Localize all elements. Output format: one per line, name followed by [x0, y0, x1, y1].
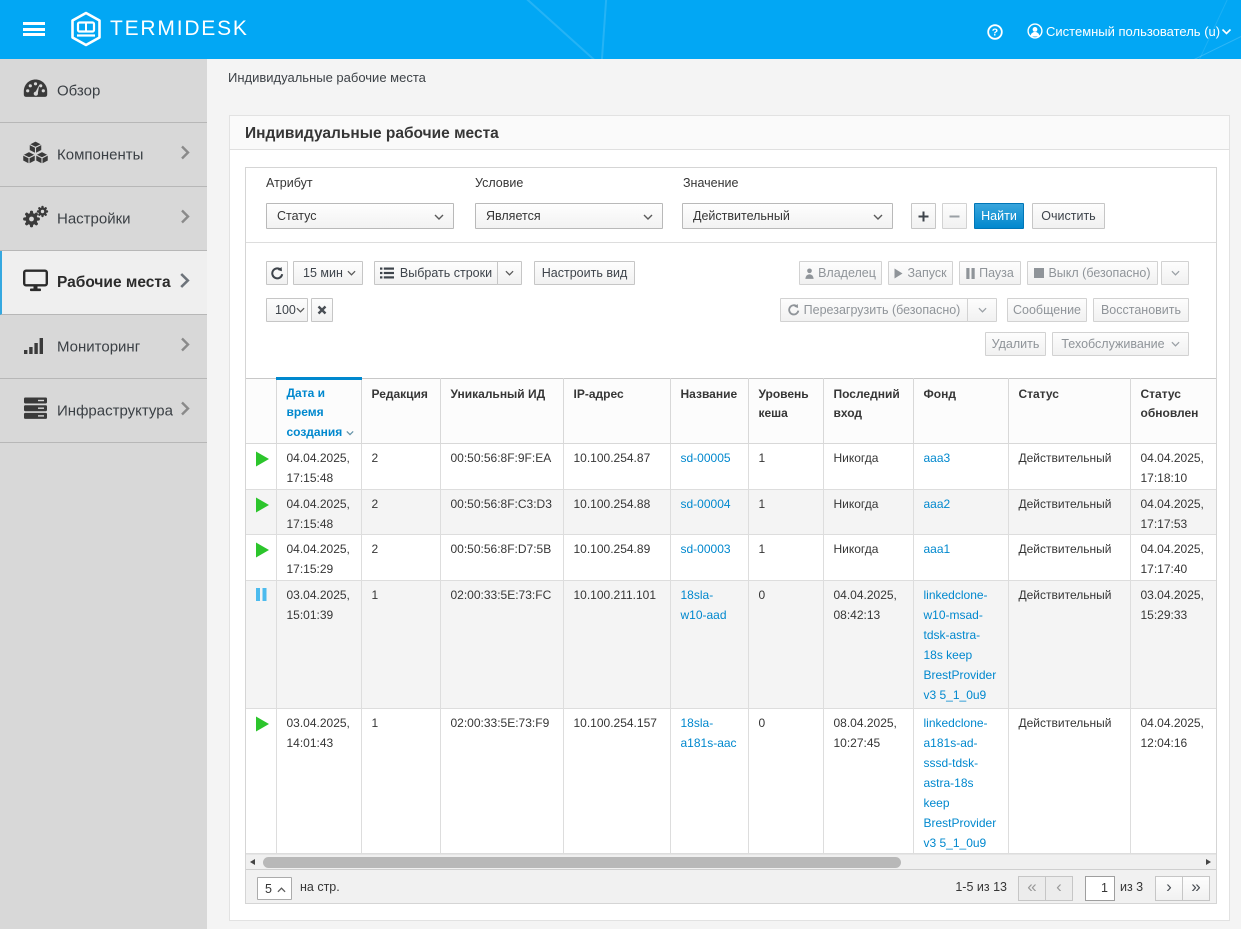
svg-text:?: ?: [992, 27, 998, 39]
